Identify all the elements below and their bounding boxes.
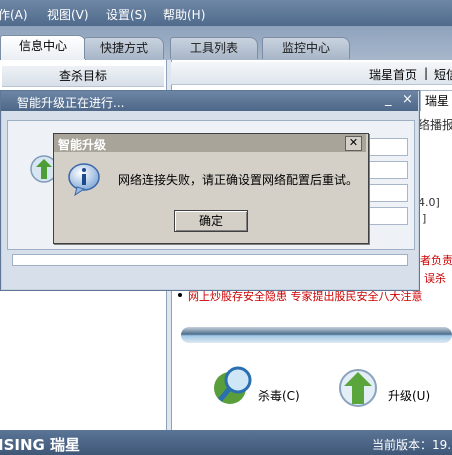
- scan-button-icon[interactable]: [208, 362, 256, 406]
- news-partial-1: 络播报: [418, 118, 452, 132]
- menu-operation[interactable]: 作(A): [0, 6, 28, 23]
- menu-help[interactable]: 帮助(H): [163, 6, 205, 23]
- ok-button[interactable]: 确定: [174, 210, 248, 232]
- info-icon: [67, 162, 101, 197]
- link-home[interactable]: 瑞星首页: [369, 66, 417, 83]
- error-message: 网络连接失败，请正确设置网络配置后重试。: [118, 173, 359, 187]
- minimize-button[interactable]: _: [385, 92, 392, 107]
- tab-monitor-center[interactable]: 监控中心: [262, 37, 350, 59]
- scan-target-header[interactable]: 查杀目标: [2, 66, 164, 87]
- sub-tab-rising[interactable]: 瑞星: [420, 90, 452, 111]
- tab-strip: 信息中心 快捷方式 工具列表 监控中心: [0, 26, 452, 61]
- dialog-close-button[interactable]: ✕: [345, 136, 362, 151]
- tab-info-center[interactable]: 信息中心: [0, 35, 86, 61]
- news-partial-4: 者负责: [420, 254, 452, 267]
- upgrade-window-titlebar: 智能升级正在进行... _ ×: [1, 91, 418, 111]
- link-sms[interactable]: 短信: [434, 66, 452, 83]
- tab-tool-list[interactable]: 工具列表: [170, 37, 258, 59]
- upgrade-button-label[interactable]: 升级(U): [388, 387, 430, 404]
- error-dialog-titlebar: 智能升级: [54, 134, 366, 152]
- link-separator: |: [424, 66, 429, 80]
- bullet-icon: [178, 293, 182, 297]
- news-partial-5: 误杀: [424, 272, 446, 285]
- close-button[interactable]: ×: [402, 92, 413, 107]
- upgrade-button-icon[interactable]: [338, 364, 384, 408]
- news-partial-3: ]: [422, 212, 427, 225]
- news-partial-2: 4.0]: [418, 196, 440, 209]
- tab-shortcuts[interactable]: 快捷方式: [84, 37, 164, 59]
- decorative-bar: [181, 327, 452, 343]
- status-bar: ISING 瑞星 当前版本：19.: [0, 430, 452, 455]
- menu-view[interactable]: 视图(V): [47, 6, 89, 23]
- upgrade-window-title: 智能升级正在进行...: [17, 96, 125, 110]
- scan-button-label[interactable]: 杀毒(C): [258, 387, 300, 404]
- upgrade-progress-bar: [12, 254, 408, 266]
- menu-bar: 作(A) 视图(V) 设置(S) 帮助(H): [0, 0, 452, 26]
- menu-settings[interactable]: 设置(S): [106, 6, 147, 23]
- right-panel-header: 瑞星首页 | 短信: [171, 62, 452, 85]
- version-text: 当前版本：19.: [372, 438, 452, 452]
- error-dialog-title: 智能升级: [58, 138, 107, 152]
- brand-logo: ISING 瑞星: [0, 436, 81, 454]
